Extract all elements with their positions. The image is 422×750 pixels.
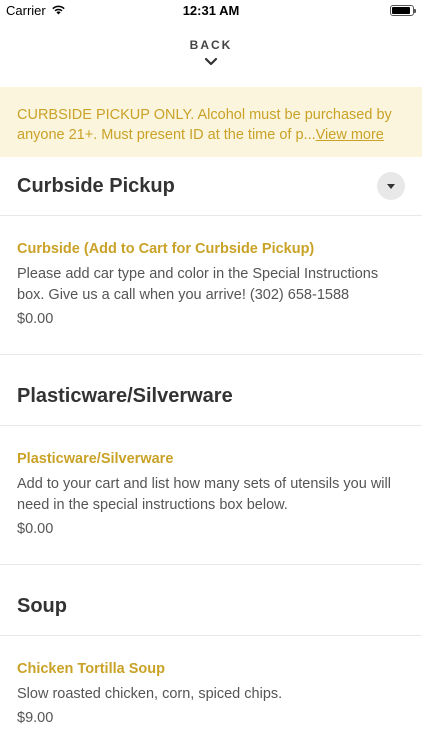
battery-level bbox=[392, 7, 410, 14]
section-toggle-button[interactable] bbox=[377, 172, 405, 200]
section-title: Soup bbox=[17, 595, 67, 617]
item-price: $0.00 bbox=[17, 521, 54, 537]
item-price: $9.00 bbox=[17, 710, 54, 726]
status-bar: Carrier 12:31 AM bbox=[0, 0, 422, 22]
notice-text: anyone 21+. Must present ID at the time … bbox=[17, 127, 316, 143]
chevron-down-icon bbox=[204, 57, 218, 66]
item-description: Add to your cart and list how many sets … bbox=[17, 476, 391, 513]
menu-item[interactable]: Curbside (Add to Cart for Curbside Picku… bbox=[0, 217, 422, 355]
section-title: Plasticware/Silverware bbox=[17, 385, 233, 407]
triangle-down-icon bbox=[387, 183, 395, 189]
section-header-soup: Soup bbox=[0, 578, 422, 636]
item-name: Chicken Tortilla Soup bbox=[17, 661, 165, 677]
view-more-link[interactable]: View more bbox=[316, 127, 384, 143]
back-label: BACK bbox=[189, 38, 233, 52]
notice-line-2: anyone 21+. Must present ID at the time … bbox=[17, 125, 422, 145]
menu-item[interactable]: Chicken Tortilla Soup Slow roasted chick… bbox=[0, 637, 422, 750]
item-name: Curbside (Add to Cart for Curbside Picku… bbox=[17, 241, 315, 257]
section-title: Curbside Pickup bbox=[17, 175, 175, 197]
item-price: $0.00 bbox=[17, 311, 54, 327]
section-header-curbside-pickup: Curbside Pickup bbox=[0, 158, 422, 216]
battery-icon bbox=[390, 5, 416, 16]
notice-banner: CURBSIDE PICKUP ONLY. Alcohol must be pu… bbox=[0, 87, 422, 157]
item-description: Please add car type and color in the Spe… bbox=[17, 266, 379, 303]
item-name: Plasticware/Silverware bbox=[17, 451, 174, 467]
notice-line-1: CURBSIDE PICKUP ONLY. Alcohol must be pu… bbox=[17, 107, 392, 123]
back-button[interactable]: BACK bbox=[0, 38, 422, 66]
section-header-plasticware: Plasticware/Silverware bbox=[0, 368, 422, 426]
item-description: Slow roasted chicken, corn, spiced chips… bbox=[17, 686, 283, 702]
menu-item[interactable]: Plasticware/Silverware Add to your cart … bbox=[0, 427, 422, 565]
status-time: 12:31 AM bbox=[182, 3, 240, 18]
